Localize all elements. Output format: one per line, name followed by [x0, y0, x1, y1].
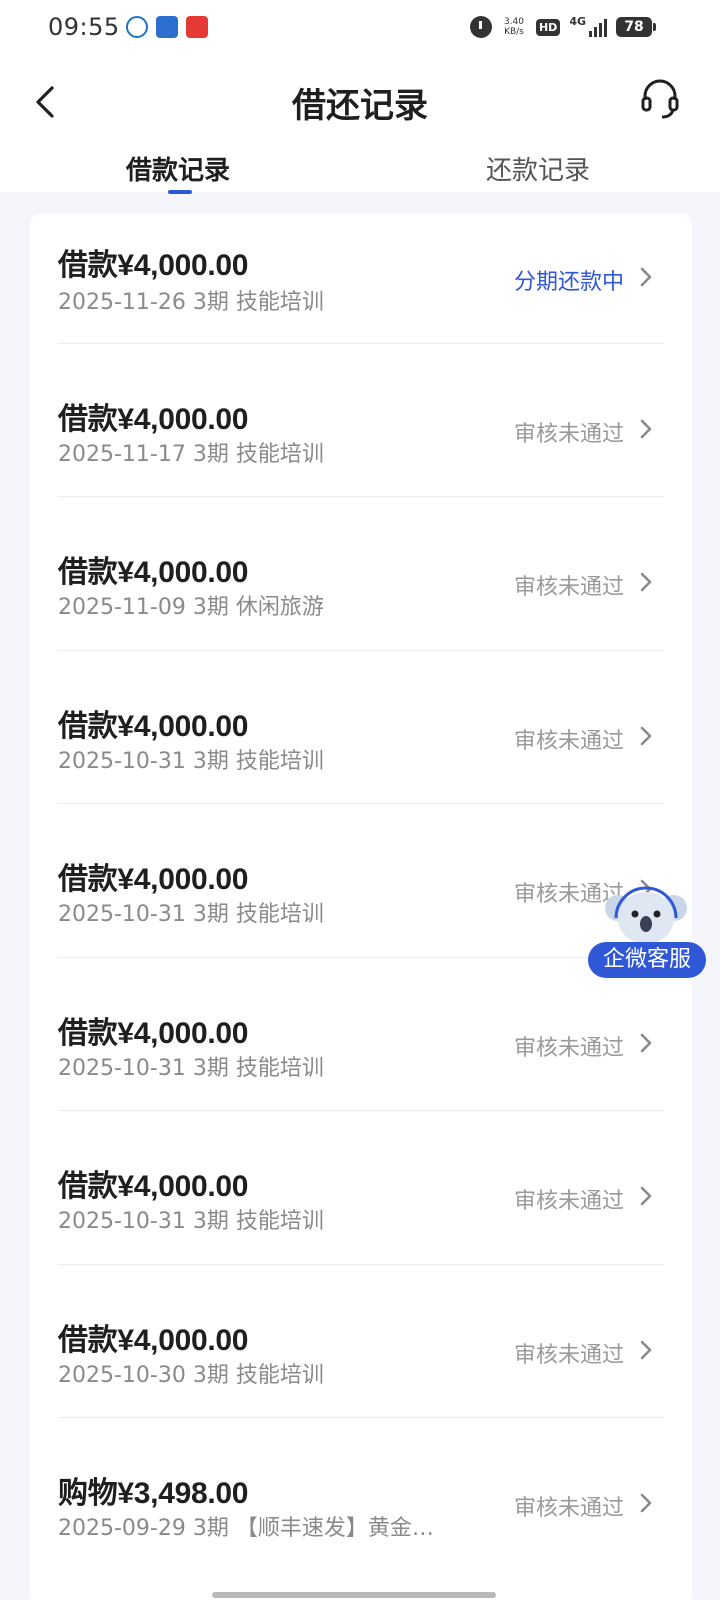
tab-repayment-records[interactable]: 还款记录: [486, 150, 590, 187]
record-item[interactable]: 借款¥4,000.00 2025-10-31 3期 技能培训 审核未通过: [58, 650, 664, 807]
page-title: 借还记录: [292, 86, 428, 126]
header: 借还记录 借款记录 还款记录: [0, 58, 720, 192]
record-item[interactable]: 购物¥3,498.00 2025-09-29 3期 【顺丰速发】黄金… 审核未通…: [58, 1417, 664, 1574]
record-meta: 2025-09-29 3期 【顺丰速发】黄金…: [58, 1516, 434, 1541]
record-amount: 借款¥4,000.00: [58, 1324, 249, 1357]
record-amount: 借款¥4,000.00: [58, 1170, 249, 1203]
chevron-right-icon: [640, 267, 652, 287]
headset-icon: [641, 79, 679, 119]
record-status: 审核未通过: [513, 575, 624, 600]
record-amount: 借款¥4,000.00: [58, 710, 249, 743]
record-status: 审核未通过: [513, 1036, 624, 1061]
record-item[interactable]: 借款¥4,000.00 2025-10-31 3期 技能培训 审核未通过: [58, 957, 664, 1114]
chevron-right-icon: [640, 726, 652, 746]
record-item[interactable]: 借款¥4,000.00 2025-10-31 3期 技能培训 审核未通过: [58, 803, 664, 960]
chevron-right-icon: [640, 419, 652, 439]
network-speed: 3.40 KB/s: [501, 17, 527, 37]
record-meta: 2025-11-09 3期 休闲旅游: [58, 595, 324, 620]
record-amount: 借款¥4,000.00: [58, 249, 249, 282]
record-status: 审核未通过: [513, 729, 624, 754]
record-status: 审核未通过: [513, 1496, 624, 1521]
net-speed-value: 3.40: [503, 17, 524, 27]
record-amount: 购物¥3,498.00: [58, 1477, 249, 1510]
record-meta: 2025-10-31 3期 技能培训: [58, 1056, 324, 1081]
net-speed-unit: KB/s: [504, 27, 524, 37]
notification-icons: [126, 16, 208, 38]
tab-borrow-records[interactable]: 借款记录: [126, 150, 230, 187]
signal-icon: [589, 17, 607, 37]
battery-icon: 78: [616, 17, 656, 37]
tab-active-indicator: [168, 190, 192, 194]
chevron-right-icon: [640, 1186, 652, 1206]
wecom-support-label: 企微客服: [588, 942, 706, 978]
status-time: 09:55: [48, 13, 120, 41]
record-meta: 2025-10-31 3期 技能培训: [58, 902, 324, 927]
wecom-support-button[interactable]: 企微客服: [588, 884, 706, 1000]
record-meta: 2025-11-26 3期 技能培训: [58, 290, 324, 315]
record-meta: 2025-11-17 3期 技能培训: [58, 442, 324, 467]
customer-service-button[interactable]: [638, 76, 682, 120]
record-item[interactable]: 借款¥4,000.00 2025-10-30 3期 技能培训 审核未通过: [58, 1264, 664, 1421]
chevron-right-icon: [640, 1340, 652, 1360]
record-status: 分期还款中: [513, 270, 624, 295]
bank-app-icon: [126, 16, 148, 38]
record-status: 审核未通过: [513, 1189, 624, 1214]
record-item[interactable]: 借款¥4,000.00 2025-11-17 3期 技能培训 审核未通过: [58, 343, 664, 500]
alarm-icon: [469, 16, 492, 38]
hd-badge: HD: [535, 18, 561, 36]
news-app-icon: [156, 16, 178, 38]
chevron-right-icon: [640, 1493, 652, 1513]
shopping-app-icon: [186, 16, 208, 38]
record-status: 审核未通过: [513, 1343, 624, 1368]
chevron-right-icon: [640, 1033, 652, 1053]
record-meta: 2025-10-30 3期 技能培训: [58, 1363, 324, 1388]
network-type: 4G: [569, 14, 586, 28]
record-amount: 借款¥4,000.00: [58, 556, 249, 589]
home-indicator[interactable]: [212, 1592, 496, 1598]
record-item[interactable]: 借款¥4,000.00 2025-10-31 3期 技能培训 审核未通过: [58, 1110, 664, 1267]
system-status-icons: 3.40 KB/s HD 4G 78: [469, 14, 656, 38]
record-amount: 借款¥4,000.00: [58, 403, 249, 436]
record-item[interactable]: 借款¥4,000.00 2025-11-09 3期 休闲旅游 审核未通过: [58, 496, 664, 653]
record-meta: 2025-10-31 3期 技能培训: [58, 749, 324, 774]
record-amount: 借款¥4,000.00: [58, 1017, 249, 1050]
record-amount: 借款¥4,000.00: [58, 863, 249, 896]
status-bar: 09:55 3.40 KB/s HD 4G 78: [0, 0, 720, 58]
record-status: 审核未通过: [513, 422, 624, 447]
record-meta: 2025-10-31 3期 技能培训: [58, 1209, 324, 1234]
chevron-right-icon: [640, 572, 652, 592]
